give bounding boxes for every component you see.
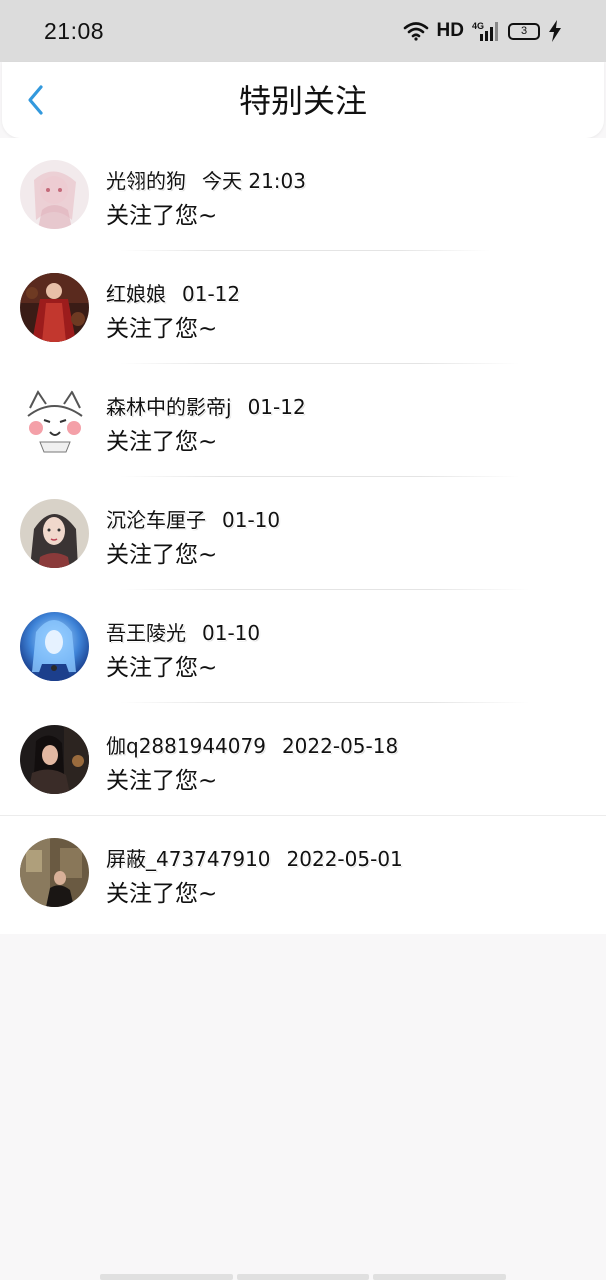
follow-time: 01-12 [247,395,306,419]
item-message: 关注了您~ [106,429,218,455]
avatar-blue-hero-icon [20,612,89,681]
battery-icon: 3 [508,22,540,40]
item-meta: 光翎的狗 今天 21:03 [106,165,306,194]
avatar[interactable] [20,499,89,568]
user-name[interactable]: 伽q2881944079 [106,734,266,758]
avatar[interactable] [20,386,89,455]
avatar-night-photo-icon [20,725,89,794]
item-message: 关注了您~ [106,316,218,342]
screen: 21:08 HD 4G 3 特别关注 光翎的狗 今天 21:03 关注了您~ 红… [0,0,606,1280]
list-item[interactable]: 吾王陵光 01-10 关注了您~ [0,590,606,703]
status-bar: 21:08 HD 4G 3 [0,0,606,62]
list-item[interactable]: 光翎的狗 今天 21:03 关注了您~ [0,138,606,251]
header: 特别关注 [2,62,604,138]
follow-time: 01-10 [222,508,281,532]
item-meta: 森林中的影帝j 01-12 [106,391,306,420]
list-item[interactable]: 屏蔽_473747910 2022-05-01 关注了您~ [0,816,606,934]
gesture-segment [100,1274,233,1280]
item-message: 关注了您~ [106,655,218,681]
item-message: 关注了您~ [106,768,218,794]
cellular-signal-icon: 4G [472,21,498,41]
user-name[interactable]: 吾王陵光 [106,621,186,645]
item-message: 关注了您~ [106,542,218,568]
list-item[interactable]: 森林中的影帝j 01-12 关注了您~ [0,364,606,477]
avatar-room-photo-icon [20,838,89,907]
page-title: 特别关注 [238,82,367,120]
list-item[interactable]: 红娘娘 01-12 关注了您~ [0,251,606,364]
user-name[interactable]: 森林中的影帝j [106,395,232,419]
avatar-dark-hair-girl-icon [20,499,89,568]
gesture-bar [100,1274,507,1280]
avatar[interactable] [20,160,89,229]
user-name[interactable]: 红娘娘 [106,282,166,306]
follow-time: 今天 21:03 [202,169,306,193]
gesture-segment [236,1274,370,1280]
follow-time: 2022-05-01 [286,847,403,871]
item-meta: 吾王陵光 01-10 [106,617,260,646]
avatar-pink-anime-icon [20,160,89,229]
avatar[interactable] [20,612,89,681]
follow-time: 2022-05-18 [281,734,399,758]
list-item[interactable]: 沉沦车厘子 01-10 关注了您~ [0,477,606,590]
item-meta: 沉沦车厘子 01-10 [106,504,280,533]
status-time: 21:08 [44,17,105,44]
item-meta: 红娘娘 01-12 [106,278,240,307]
avatar[interactable] [20,273,89,342]
user-name[interactable]: 屏蔽_473747910 [106,847,271,871]
item-message: 关注了您~ [106,881,218,907]
user-name[interactable]: 光翎的狗 [106,169,186,193]
hd-label: HD [436,20,464,41]
avatar-red-dress-icon [20,273,89,342]
user-name[interactable]: 沉沦车厘子 [106,508,206,532]
follow-list: 光翎的狗 今天 21:03 关注了您~ 红娘娘 01-12 关注了您~ 森林中的… [0,138,606,934]
network-type-label: 4G [472,21,484,31]
status-icons: HD 4G 3 [403,20,562,42]
avatar-cartoon-cat-icon [20,386,89,455]
item-meta: 屏蔽_473747910 2022-05-01 [106,843,403,872]
battery-level: 3 [520,24,528,37]
charging-bolt-icon [549,20,561,42]
item-meta: 伽q2881944079 2022-05-18 [106,730,398,759]
item-message: 关注了您~ [106,203,218,229]
follow-time: 01-12 [182,282,241,306]
avatar[interactable] [20,725,89,794]
follow-time: 01-10 [202,621,261,645]
wifi-icon [403,22,428,41]
gesture-segment [373,1274,507,1280]
list-item[interactable]: 伽q2881944079 2022-05-18 关注了您~ [0,703,606,816]
avatar[interactable] [20,838,89,907]
